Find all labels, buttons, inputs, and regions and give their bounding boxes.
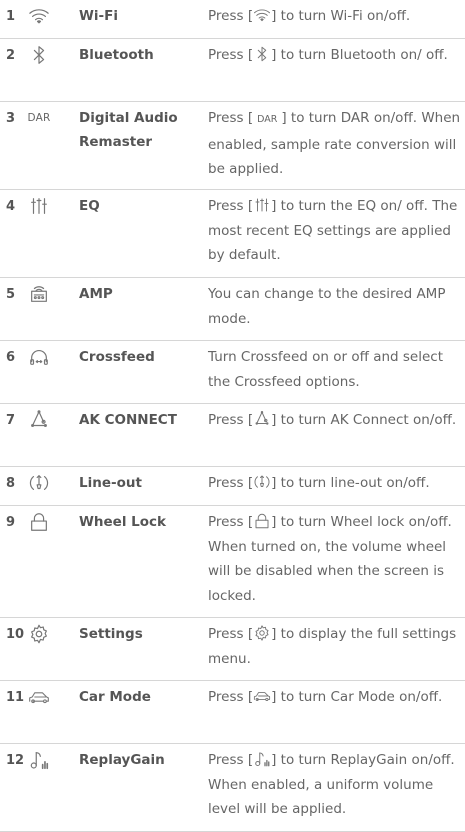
settings-icon — [24, 623, 54, 645]
replaygain-icon — [253, 750, 271, 768]
row-number: 11 — [6, 690, 25, 705]
table-row: 2 Bluetooth Press [ ] to turn Bluetooth on/… — [0, 39, 465, 102]
feature-description: Turn Crossfeed on or off and select the … — [208, 345, 462, 394]
description-prefix: Press [ — [208, 626, 254, 642]
ak-connect-icon — [24, 409, 54, 431]
table-row: 3 DAR Digital Audio Remaster Press [DAR] to… — [0, 102, 465, 190]
table-row: 1 Wi-Fi Press [ ] to turn Wi-Fi on/off. — [0, 0, 465, 39]
wifi-icon — [24, 5, 54, 27]
table-row: 4 EQ Press [] to turn the EQ on/ off. The … — [0, 190, 465, 278]
description-prefix: Press [ — [208, 47, 254, 63]
settings-icon — [253, 624, 271, 642]
lock-icon — [253, 512, 271, 530]
feature-name: EQ — [79, 198, 100, 214]
description-prefix: Press [ — [208, 198, 254, 214]
description-text: ] to turn Car Mode on/off. — [271, 689, 443, 705]
feature-description: Press [ ] to turn Wi-Fi on/off. — [208, 4, 462, 29]
feature-description: Press [] to turn ReplayGain on/off. When… — [208, 748, 462, 822]
description-prefix: Press [ — [208, 752, 254, 768]
feature-name: Digital Audio Remaster — [79, 110, 178, 150]
amp-icon — [24, 283, 54, 305]
ak-connect-icon — [253, 410, 271, 428]
feature-name: Wheel Lock — [79, 514, 166, 530]
description-prefix: Press [ — [208, 475, 254, 491]
description-prefix: Press [ — [208, 514, 254, 530]
row-number: 12 — [6, 753, 25, 768]
row-number: 10 — [6, 627, 25, 642]
feature-name: Settings — [79, 626, 143, 642]
feature-description: You can change to the desired AMP mode. — [208, 282, 462, 331]
table-row: 11 Car Mode Press [ ] to turn Car Mode on/o… — [0, 681, 465, 744]
feature-description: Press [ ] to turn line-out on/off. — [208, 471, 462, 496]
feature-description: Press [ ] to turn AK Connect on/off. — [208, 408, 462, 433]
dar-icon: DAR — [24, 107, 54, 129]
line-out-icon — [24, 472, 54, 494]
table-row: 5 AMP You can change to the desired AMP mo… — [0, 278, 465, 341]
description-text: You can change to the desired AMP mode. — [208, 286, 446, 327]
table-row: 9 Wheel Lock Press [] to turn Wheel lock o… — [0, 506, 465, 618]
feature-description: Press [ ] to turn Bluetooth on/ off. — [208, 43, 462, 68]
row-number: 5 — [6, 287, 16, 302]
icon-label: DAR — [27, 112, 51, 124]
description-prefix: Press [ — [208, 689, 254, 705]
feature-name: AMP — [79, 286, 113, 302]
feature-description: Press [] to turn the EQ on/ off. The mos… — [208, 194, 462, 268]
feature-name: Car Mode — [79, 689, 151, 705]
feature-description: Press [ ] to turn Car Mode on/off. — [208, 685, 462, 710]
line-out-icon — [253, 473, 271, 491]
eq-icon — [253, 196, 271, 214]
description-text: ] to turn AK Connect on/off. — [271, 412, 457, 428]
description-prefix: Press [ — [208, 8, 254, 24]
description-prefix: Press [ — [208, 110, 254, 126]
description-text: ] to turn Wi-Fi on/off. — [271, 8, 411, 24]
row-number: 9 — [6, 515, 16, 530]
eq-icon — [24, 195, 54, 217]
table-row: 10 Settings Press [] to display the full s… — [0, 618, 465, 681]
feature-description: Press [] to turn Wheel lock on/off. When… — [208, 510, 462, 608]
description-text: Turn Crossfeed on or off and select the … — [208, 349, 444, 390]
row-number: 1 — [6, 9, 16, 24]
feature-name: ReplayGain — [79, 752, 165, 768]
row-number: 2 — [6, 48, 16, 63]
description-text: ] to turn Bluetooth on/ off. — [271, 47, 448, 63]
feature-name: Wi-Fi — [79, 8, 118, 24]
feature-name: Line-out — [79, 475, 142, 491]
feature-name: AK CONNECT — [79, 412, 177, 428]
row-number: 6 — [6, 350, 16, 365]
row-number: 4 — [6, 199, 16, 214]
headphone-icon — [24, 346, 54, 368]
inline-dar-label: DAR — [257, 114, 278, 125]
description-text: ] to turn line-out on/off. — [271, 475, 430, 491]
car-icon — [24, 686, 54, 708]
feature-name: Crossfeed — [79, 349, 155, 365]
features-table: 1 Wi-Fi Press [ ] to turn Wi-Fi on/off. 2 Blu… — [0, 0, 465, 832]
row-number: 3 — [6, 111, 16, 126]
replaygain-icon — [24, 749, 54, 771]
feature-description: Press [DAR] to turn DAR on/off. When ena… — [208, 106, 462, 182]
row-number: 7 — [6, 413, 16, 428]
table-row: 6 Crossfeed Turn Crossfeed on or off and s… — [0, 341, 465, 404]
description-prefix: Press [ — [208, 412, 254, 428]
table-row: 8 Line-out Press [ ] to turn line-out on/of… — [0, 467, 465, 506]
row-number: 8 — [6, 476, 16, 491]
feature-name: Bluetooth — [79, 47, 154, 63]
bluetooth-icon — [253, 45, 271, 63]
bluetooth-icon — [24, 44, 54, 66]
wifi-icon — [253, 6, 271, 24]
feature-description: Press [] to display the full settings me… — [208, 622, 462, 671]
lock-icon — [24, 511, 54, 533]
table-row: 7 AK CONNECT Press [ ] to turn AK Connect o… — [0, 404, 465, 467]
car-icon — [253, 687, 271, 705]
table-row: 12 ReplayGain Press [] to turn ReplayGain … — [0, 744, 465, 832]
